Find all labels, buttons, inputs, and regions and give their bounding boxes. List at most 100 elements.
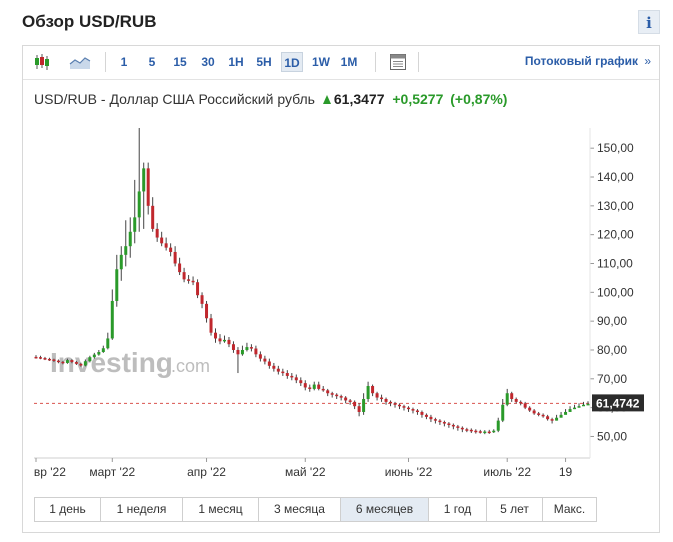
candle-body: [568, 409, 572, 412]
candle-body: [555, 417, 559, 421]
candle-body: [344, 397, 348, 401]
candle-body: [52, 359, 56, 361]
interval-5h[interactable]: 5H: [253, 52, 275, 72]
candle-body: [546, 416, 550, 420]
candle-body: [478, 431, 482, 433]
candle-body: [406, 407, 410, 410]
candle-body: [209, 318, 213, 333]
candle-body: [415, 410, 419, 413]
candle-body: [330, 393, 334, 395]
candle-body: [178, 263, 182, 273]
candle-body: [389, 401, 393, 404]
candle-body: [263, 358, 267, 362]
info-button[interactable]: i: [638, 10, 660, 34]
candle-body: [326, 390, 330, 394]
candle-body: [317, 384, 321, 389]
candle-body: [106, 338, 110, 349]
candle-body: [227, 339, 231, 345]
instrument-header: USD/RUB - Доллар США Российский рубль 61…: [34, 91, 507, 107]
candle-body: [451, 424, 455, 427]
candle-body: [447, 423, 451, 425]
candle-body: [321, 388, 325, 391]
interval-15[interactable]: 15: [169, 52, 191, 72]
candle-body: [299, 380, 303, 384]
table-icon[interactable]: [386, 51, 410, 73]
candle-body: [496, 420, 500, 431]
candle-body: [133, 217, 137, 232]
candle-body: [442, 422, 446, 424]
candle-body: [160, 237, 164, 244]
candle-body: [582, 404, 586, 407]
y-tick-label: 130,00: [597, 199, 634, 213]
candle-body: [420, 411, 424, 415]
area-chart-icon[interactable]: [68, 51, 92, 73]
interval-1[interactable]: 1: [115, 52, 133, 72]
price-chart[interactable]: Investing.com150,00140,00130,00120,00110…: [34, 128, 650, 488]
stream-chart-link[interactable]: Потоковый график »: [525, 54, 651, 68]
candle-body: [74, 362, 78, 364]
candle-body: [469, 429, 473, 432]
candle-body: [128, 231, 132, 247]
toolbar-separator: [375, 52, 376, 72]
interval-1w[interactable]: 1W: [309, 52, 333, 72]
range-1-year[interactable]: 1 год: [429, 498, 487, 521]
stream-chart-label: Потоковый график: [524, 54, 638, 68]
y-tick-label: 90,00: [597, 314, 627, 328]
candle-body: [83, 361, 87, 366]
candle-body: [151, 205, 155, 229]
arrow-up-icon: [322, 95, 331, 104]
instrument-price: 61,3477: [333, 91, 385, 107]
candle-body: [353, 401, 357, 407]
candle-body: [231, 344, 235, 350]
range-1-month[interactable]: 1 месяц: [183, 498, 259, 521]
candle-body: [532, 410, 536, 414]
candle-body: [402, 406, 406, 408]
candle-body: [281, 371, 285, 374]
range-1-week[interactable]: 1 неделя: [101, 498, 183, 521]
interval-1m[interactable]: 1M: [337, 52, 361, 72]
candle-body: [483, 431, 487, 434]
candle-body: [196, 282, 200, 296]
candle-body: [249, 347, 253, 349]
candle-body: [564, 411, 568, 415]
interval-1h[interactable]: 1H: [225, 52, 247, 72]
candle-body: [218, 338, 222, 342]
instrument-change-percent: (+0,87%): [450, 91, 508, 107]
candle-body: [142, 168, 146, 192]
y-tick-label: 120,00: [597, 228, 634, 242]
candle-body: [528, 407, 532, 411]
candle-body: [438, 420, 442, 423]
range-max[interactable]: Макс.: [543, 498, 596, 521]
candle-body: [272, 365, 276, 369]
candle-body: [465, 429, 469, 431]
x-tick-label: март '22: [89, 465, 135, 479]
candle-body: [573, 407, 577, 410]
current-price-label: 61,4742: [596, 396, 640, 410]
candle-body: [56, 360, 60, 363]
candle-body: [182, 272, 186, 280]
candle-body: [290, 375, 294, 378]
range-5-years[interactable]: 5 лет: [487, 498, 543, 521]
interval-1d[interactable]: 1D: [281, 52, 303, 72]
y-tick-label: 140,00: [597, 170, 634, 184]
candle-body: [312, 384, 316, 389]
x-tick-label: фвр '22: [34, 465, 66, 479]
range-1-day[interactable]: 1 день: [35, 498, 101, 521]
chart-panel: 1 5 15 30 1H 5H 1D 1W 1M Потоковый графи…: [22, 45, 660, 533]
y-tick-label: 50,00: [597, 429, 627, 443]
candle-body: [146, 168, 150, 206]
range-3-months[interactable]: 3 месяца: [259, 498, 341, 521]
interval-5[interactable]: 5: [143, 52, 161, 72]
candle-body: [47, 358, 51, 361]
range-6-months[interactable]: 6 месяцев: [341, 498, 429, 521]
candle-body: [88, 357, 92, 362]
chevron-right-icon: »: [644, 54, 651, 68]
interval-30[interactable]: 30: [197, 52, 219, 72]
instrument-name: USD/RUB - Доллар США Российский рубль: [34, 91, 315, 107]
candle-body: [393, 403, 397, 405]
candlestick-icon[interactable]: [30, 51, 54, 73]
candle-body: [119, 254, 123, 270]
candle-body: [523, 403, 527, 408]
candle-body: [384, 398, 388, 402]
candle-body: [187, 279, 191, 281]
